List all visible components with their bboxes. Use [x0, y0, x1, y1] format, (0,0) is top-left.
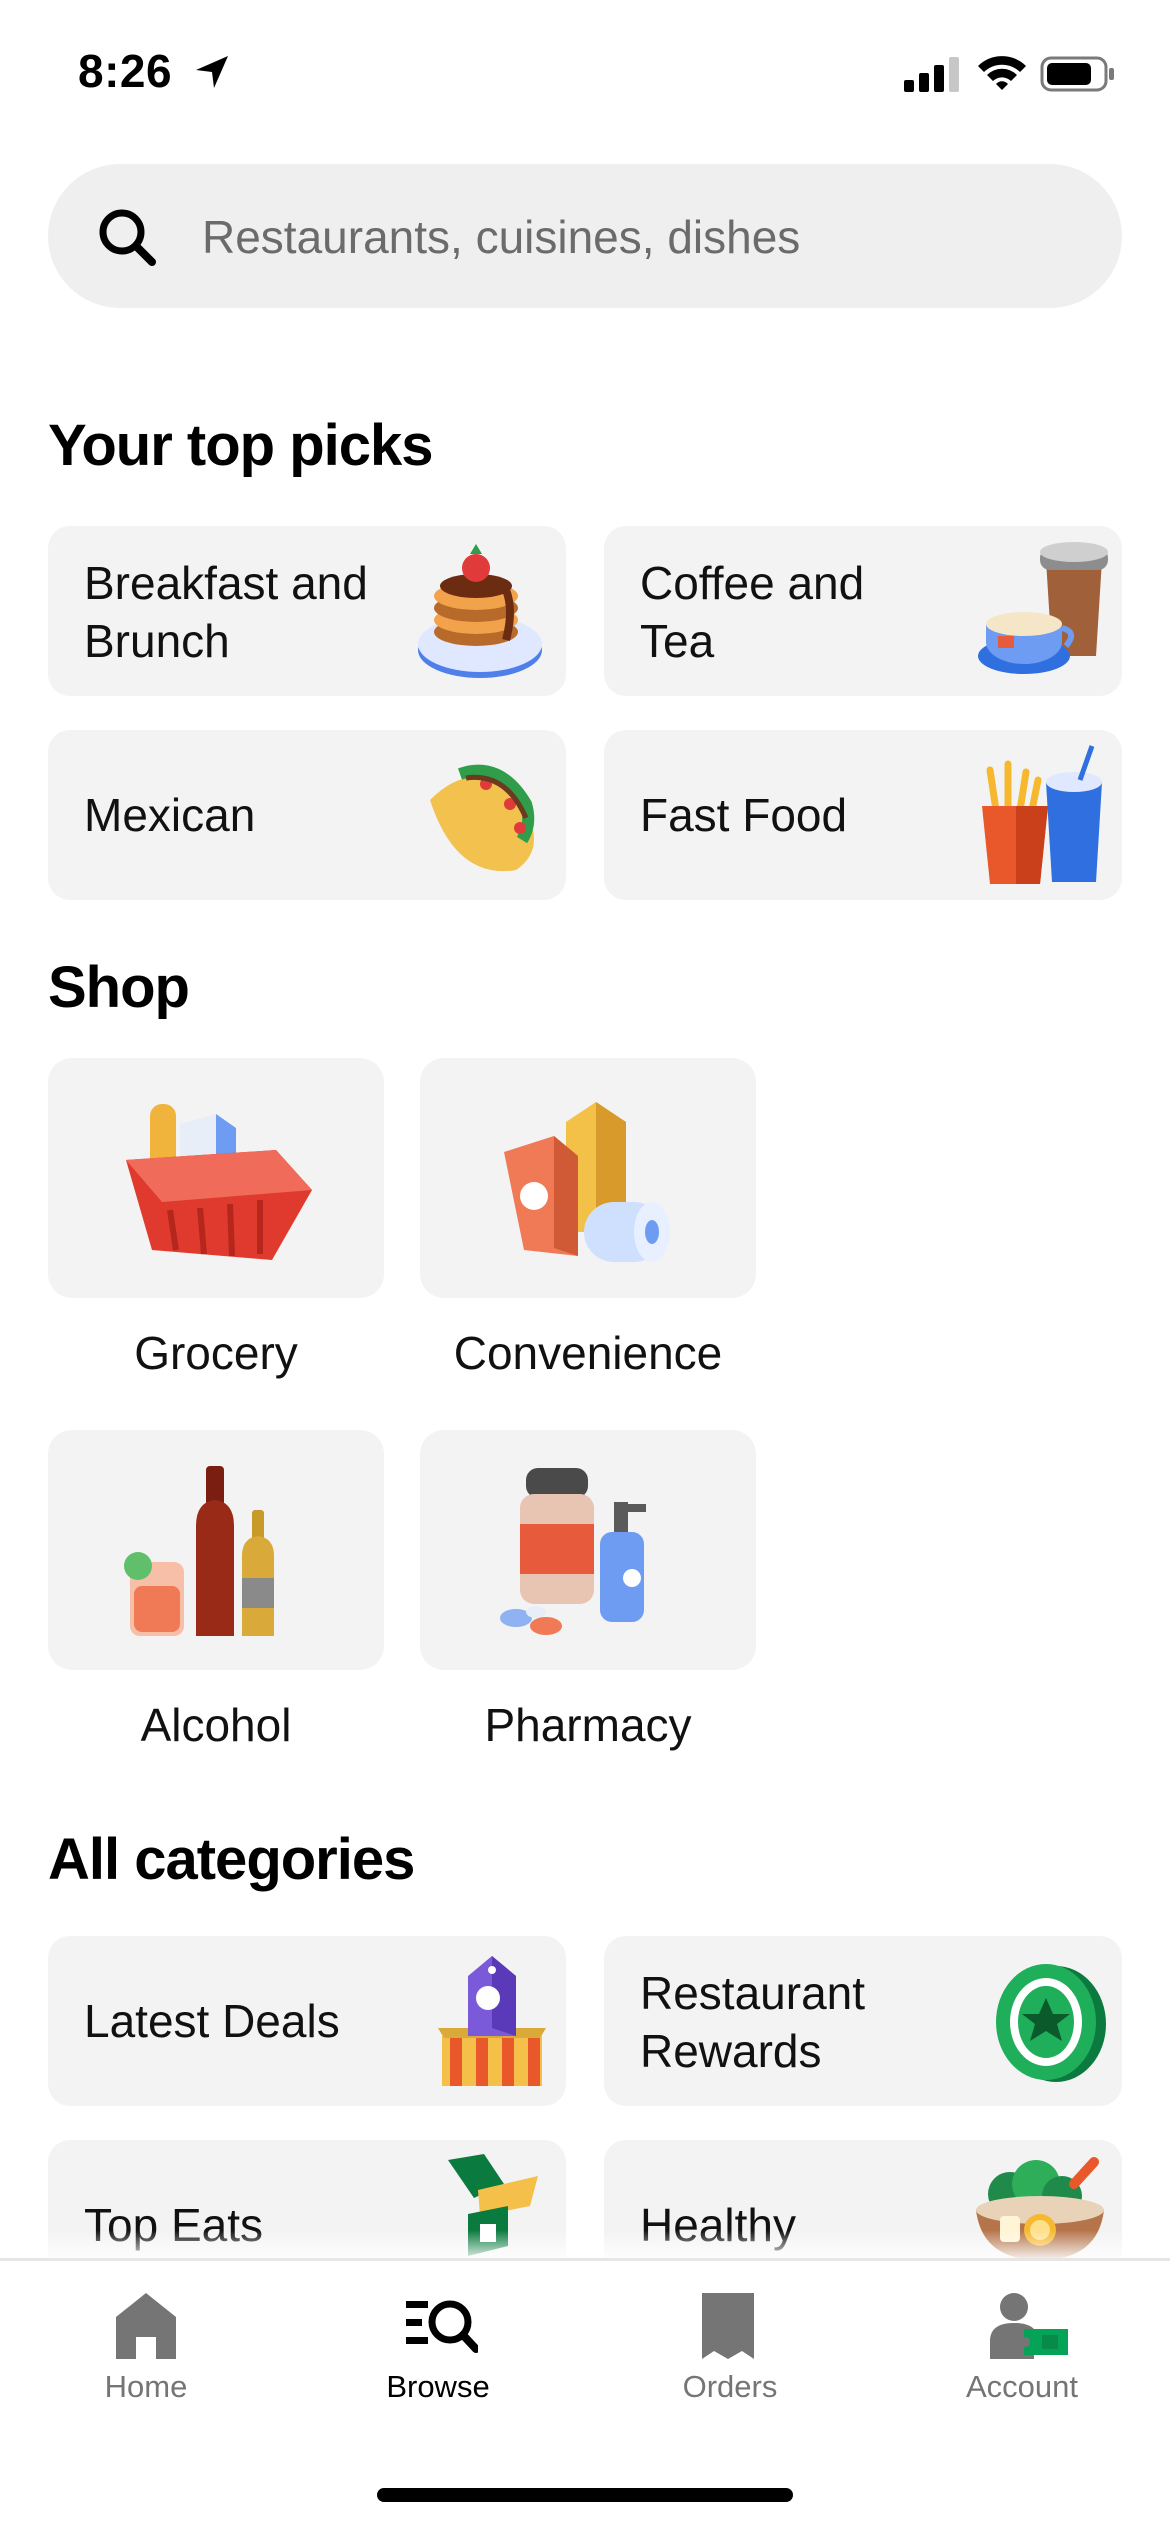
category-tile-coffee[interactable]: Coffee and Tea: [604, 526, 1122, 696]
tile-label-line1: Latest Deals: [84, 1995, 340, 2047]
tile-label: Latest Deals: [84, 1992, 340, 2050]
pharmacy-bottles-icon: [500, 1468, 646, 1635]
top-picks-title: Your top picks: [48, 413, 434, 478]
pancakes-icon: [418, 544, 542, 678]
grocery-basket-icon: [126, 1104, 312, 1260]
tab-home[interactable]: Home: [0, 2261, 292, 2451]
tile-label-line2: Tea: [640, 615, 715, 667]
category-tile-fast-food[interactable]: Fast Food: [604, 730, 1122, 900]
browse-icon: [406, 2300, 478, 2353]
tile-label-line1: Mexican: [84, 789, 256, 841]
tile-label-line1: Restaurant: [640, 1967, 866, 2019]
category-tile-mexican[interactable]: Mexican: [48, 730, 566, 900]
account-icon: [990, 2293, 1068, 2359]
tab-label: Orders: [682, 2369, 778, 2404]
tile-label: Fast Food: [640, 786, 847, 844]
tab-account[interactable]: Account: [876, 2261, 1168, 2451]
tab-orders[interactable]: Orders: [584, 2261, 876, 2451]
battery-icon: [1040, 56, 1114, 92]
category-tile-breakfast[interactable]: Breakfast and Brunch: [48, 526, 566, 696]
tile-label-line2: Rewards: [640, 2025, 822, 2077]
search-input[interactable]: [200, 164, 1084, 310]
tile-label: Restaurant Rewards: [640, 1964, 865, 2080]
category-tile-latest-deals[interactable]: Latest Deals: [48, 1936, 566, 2106]
shop-tile[interactable]: [48, 1430, 384, 1670]
tile-label: Breakfast and Brunch: [84, 554, 368, 670]
shop-label: Alcohol: [140, 1699, 292, 1751]
fries-and-drink-icon: [982, 745, 1102, 884]
shop-label: Convenience: [453, 1327, 723, 1379]
home-icon: [116, 2293, 176, 2359]
shop-title: Shop: [48, 955, 190, 1020]
receipt-icon: [702, 2293, 754, 2359]
tab-browse[interactable]: Browse: [292, 2261, 584, 2451]
deals-tag-icon: [438, 1956, 546, 2086]
search-bar[interactable]: [48, 164, 1122, 310]
shop-tile[interactable]: [420, 1058, 756, 1298]
rewards-badge-icon: [996, 1964, 1106, 2082]
search-icon: [99, 209, 156, 266]
scroll-fade: [0, 2230, 1170, 2260]
tile-label-line1: Fast Food: [640, 789, 848, 841]
status-bar: 8:26: [0, 0, 1170, 150]
alcohol-bottles-icon: [124, 1466, 274, 1636]
all-categories-title: All categories: [48, 1827, 415, 1892]
convenience-goods-icon: [504, 1102, 670, 1262]
tile-label-line1: Coffee and: [640, 557, 865, 609]
category-tile-restaurant-rewards[interactable]: Restaurant Rewards: [604, 1936, 1122, 2106]
location-arrow-icon: [196, 56, 228, 88]
shop-tile[interactable]: [420, 1430, 756, 1670]
shop-tile[interactable]: [48, 1058, 384, 1298]
shop-label: Grocery: [134, 1327, 298, 1379]
tab-label: Browse: [386, 2369, 490, 2404]
home-indicator[interactable]: [377, 2488, 793, 2502]
tile-label-line2: Brunch: [84, 615, 230, 667]
tile-label: Mexican: [84, 786, 255, 844]
coffee-cup-icon: [978, 542, 1108, 674]
tab-label: Home: [104, 2369, 188, 2404]
cellular-signal-icon: [904, 57, 959, 92]
tile-label: Coffee and Tea: [640, 554, 864, 670]
tile-label-line1: Breakfast and: [84, 557, 368, 609]
wifi-icon: [978, 56, 1026, 90]
status-time: 8:26: [78, 45, 173, 97]
shop-label: Pharmacy: [484, 1699, 692, 1751]
tab-label: Account: [965, 2369, 1078, 2404]
